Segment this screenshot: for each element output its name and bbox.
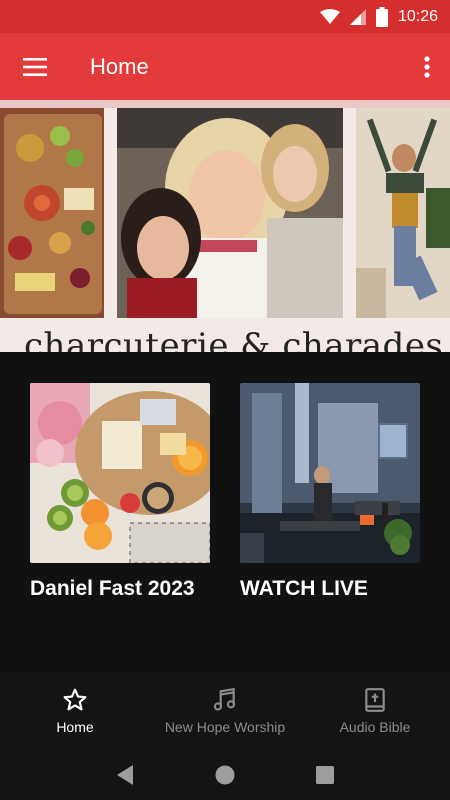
- nav-item-audio-bible-label: Audio Bible: [339, 719, 411, 735]
- hamburger-menu-icon: [23, 58, 47, 76]
- system-navigation-bar: [0, 750, 450, 800]
- app-bar: Home: [0, 33, 450, 100]
- overflow-menu-button[interactable]: [412, 47, 442, 87]
- system-recents-button[interactable]: [305, 755, 345, 795]
- hero-caption-container: charcuterie & charades: [0, 318, 450, 352]
- music-note-icon: [212, 687, 238, 713]
- more-vert-icon: [424, 56, 430, 78]
- card-watch-live-title: WATCH LIVE: [240, 577, 368, 600]
- hero-top-strip: [0, 100, 450, 108]
- dancer-photo: [356, 108, 450, 318]
- nav-item-new-hope-worship[interactable]: New Hope Worship: [150, 672, 300, 750]
- card-watch-live-image: [240, 383, 420, 563]
- charcuterie-board-photo: [0, 108, 104, 318]
- signal-icon: [349, 8, 366, 25]
- system-home-button[interactable]: [205, 755, 245, 795]
- battery-icon: [375, 6, 388, 27]
- card-daniel-fast-title: Daniel Fast 2023: [30, 577, 195, 600]
- content-cards: Daniel Fast 2023 WATCH LIVE: [0, 352, 450, 672]
- page-title: Home: [90, 54, 149, 79]
- system-back-button[interactable]: [105, 755, 145, 795]
- bottom-navigation: Home New Hope Worship Audio Bible: [0, 672, 450, 750]
- status-bar: 10:26: [0, 0, 450, 33]
- back-icon: [117, 765, 133, 785]
- recents-icon: [316, 766, 334, 784]
- home-circle-icon: [215, 765, 235, 785]
- nav-item-home-label: Home: [56, 719, 94, 735]
- card-watch-live[interactable]: WATCH LIVE: [240, 383, 420, 601]
- status-icons: 10:26: [319, 0, 438, 33]
- card-daniel-fast-image: [30, 383, 210, 563]
- wifi-icon: [319, 8, 340, 24]
- hero-banner[interactable]: charcuterie & charades: [0, 100, 450, 352]
- nav-item-home[interactable]: Home: [0, 672, 150, 750]
- hero-caption: charcuterie & charades: [24, 326, 444, 352]
- card-daniel-fast[interactable]: Daniel Fast 2023: [30, 383, 210, 601]
- star-icon: [62, 687, 88, 713]
- bible-icon: [362, 687, 388, 713]
- friends-selfie-photo: [117, 108, 343, 318]
- menu-button[interactable]: [13, 47, 57, 87]
- nav-item-new-hope-worship-label: New Hope Worship: [164, 719, 286, 735]
- status-time: 10:26: [397, 7, 438, 25]
- nav-item-audio-bible[interactable]: Audio Bible: [300, 672, 450, 750]
